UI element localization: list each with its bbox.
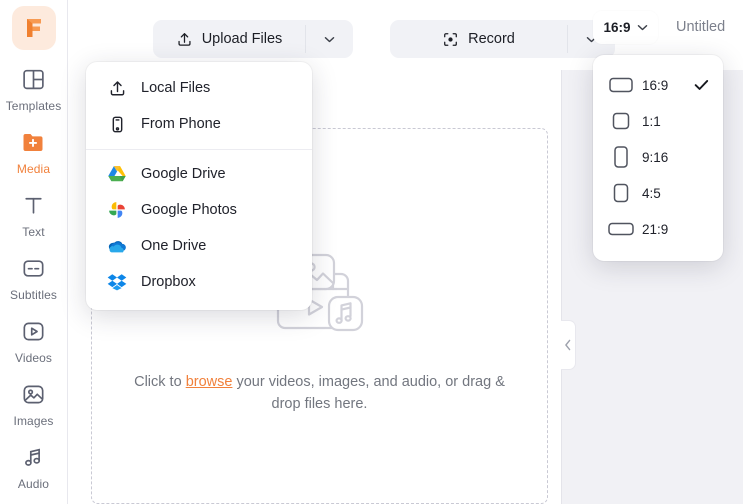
ratio-option-label: 4:5 bbox=[642, 185, 661, 201]
sidebar-item-label: Media bbox=[16, 162, 51, 176]
sidebar-item-label: Templates bbox=[5, 99, 62, 113]
menu-item-label: One Drive bbox=[141, 238, 207, 254]
upload-files-caret-button[interactable] bbox=[306, 20, 353, 58]
one-drive-icon bbox=[106, 239, 128, 254]
ratio-option-label: 1:1 bbox=[642, 113, 661, 129]
app-logo[interactable] bbox=[11, 6, 56, 50]
browse-link[interactable]: browse bbox=[186, 374, 233, 390]
sidebar-item-videos[interactable]: Videos bbox=[0, 316, 68, 365]
dropzone-instructions: Click to browse your videos, images, and… bbox=[120, 371, 520, 416]
ratio-option-1-1[interactable]: 1:1 bbox=[593, 103, 723, 139]
ratio-option-16-9[interactable]: 16:9 bbox=[593, 67, 723, 103]
menu-item-label: Google Drive bbox=[141, 166, 226, 182]
sidebar-item-label: Videos bbox=[14, 351, 53, 365]
sidebar-item-label: Images bbox=[13, 414, 54, 428]
ratio-option-label: 9:16 bbox=[642, 149, 669, 165]
images-icon bbox=[21, 379, 46, 409]
record-button[interactable]: Record bbox=[390, 20, 567, 58]
ratio-option-label: 21:9 bbox=[642, 221, 669, 237]
upload-files-dropdown-menu: Local Files From Phone Google Drive Goog… bbox=[86, 62, 312, 310]
record-target-icon bbox=[444, 32, 458, 46]
ratio-shape-icon bbox=[607, 146, 635, 168]
upload-files-label: Upload Files bbox=[201, 31, 283, 47]
left-sidebar: Templates Media Text Subtitles Videos Im… bbox=[0, 0, 68, 504]
chevron-left-icon bbox=[565, 339, 571, 351]
ratio-shape-icon bbox=[607, 182, 635, 204]
ratio-shape-icon bbox=[607, 110, 635, 132]
media-folder-plus-icon bbox=[21, 127, 47, 157]
dropzone-text-after: your videos, images, and audio, or drag … bbox=[232, 373, 505, 412]
panel-collapse-handle[interactable] bbox=[561, 320, 576, 370]
sidebar-item-templates[interactable]: Templates bbox=[0, 64, 68, 113]
sidebar-item-text[interactable]: Text bbox=[0, 190, 68, 239]
dropzone-text-before: Click to bbox=[134, 373, 186, 390]
chevron-down-icon bbox=[637, 25, 647, 31]
dropbox-icon bbox=[106, 273, 128, 291]
menu-item-dropbox[interactable]: Dropbox bbox=[86, 264, 312, 300]
sidebar-item-images[interactable]: Images bbox=[0, 379, 68, 428]
subtitles-icon bbox=[21, 253, 46, 283]
menu-item-from-phone[interactable]: From Phone bbox=[86, 106, 312, 142]
check-icon bbox=[694, 79, 709, 91]
audio-note-icon bbox=[21, 442, 46, 472]
aspect-ratio-value: 16:9 bbox=[603, 20, 631, 35]
ratio-option-4-5[interactable]: 4:5 bbox=[593, 175, 723, 211]
menu-item-google-drive[interactable]: Google Drive bbox=[86, 156, 312, 192]
menu-item-google-photos[interactable]: Google Photos bbox=[86, 192, 312, 228]
sidebar-item-label: Subtitles bbox=[10, 288, 57, 302]
google-drive-icon bbox=[106, 165, 128, 183]
menu-divider bbox=[86, 149, 312, 150]
ratio-option-9-16[interactable]: 9:16 bbox=[593, 139, 723, 175]
filmora-logo-icon bbox=[26, 19, 41, 37]
videos-play-icon bbox=[21, 316, 46, 346]
ratio-shape-icon bbox=[607, 218, 635, 240]
menu-item-one-drive[interactable]: One Drive bbox=[86, 228, 312, 264]
menu-item-label: From Phone bbox=[141, 116, 221, 132]
aspect-ratio-dropdown-menu: 16:9 1:1 9:16 4:5 21:9 bbox=[593, 55, 723, 261]
ratio-option-21-9[interactable]: 21:9 bbox=[593, 211, 723, 247]
google-photos-icon bbox=[106, 200, 128, 220]
record-label: Record bbox=[468, 31, 515, 47]
menu-item-label: Local Files bbox=[141, 80, 211, 96]
phone-icon bbox=[106, 115, 128, 134]
templates-icon bbox=[21, 64, 46, 94]
upload-arrow-icon bbox=[178, 32, 191, 46]
ratio-shape-icon bbox=[607, 74, 635, 96]
menu-item-label: Google Photos bbox=[141, 202, 237, 218]
ratio-option-label: 16:9 bbox=[642, 77, 669, 93]
sidebar-item-label: Text bbox=[22, 225, 45, 239]
aspect-ratio-selector[interactable]: 16:9 bbox=[593, 11, 658, 44]
upload-files-button[interactable]: Upload Files bbox=[153, 20, 305, 58]
sidebar-item-subtitles[interactable]: Subtitles bbox=[0, 253, 68, 302]
upload-arrow-icon bbox=[106, 79, 128, 98]
menu-item-local-files[interactable]: Local Files bbox=[86, 70, 312, 106]
menu-item-label: Dropbox bbox=[141, 274, 196, 290]
sidebar-item-label: Audio bbox=[17, 477, 50, 491]
sidebar-item-audio[interactable]: Audio bbox=[0, 442, 68, 491]
app-root: Templates Media Text Subtitles Videos Im… bbox=[0, 0, 743, 504]
sidebar-item-media[interactable]: Media bbox=[0, 127, 68, 176]
chevron-down-icon bbox=[324, 36, 335, 42]
text-icon bbox=[21, 190, 46, 220]
upload-files-button-group: Upload Files bbox=[153, 20, 353, 58]
project-title[interactable]: Untitled bbox=[676, 19, 725, 35]
record-button-group: Record bbox=[390, 20, 615, 58]
